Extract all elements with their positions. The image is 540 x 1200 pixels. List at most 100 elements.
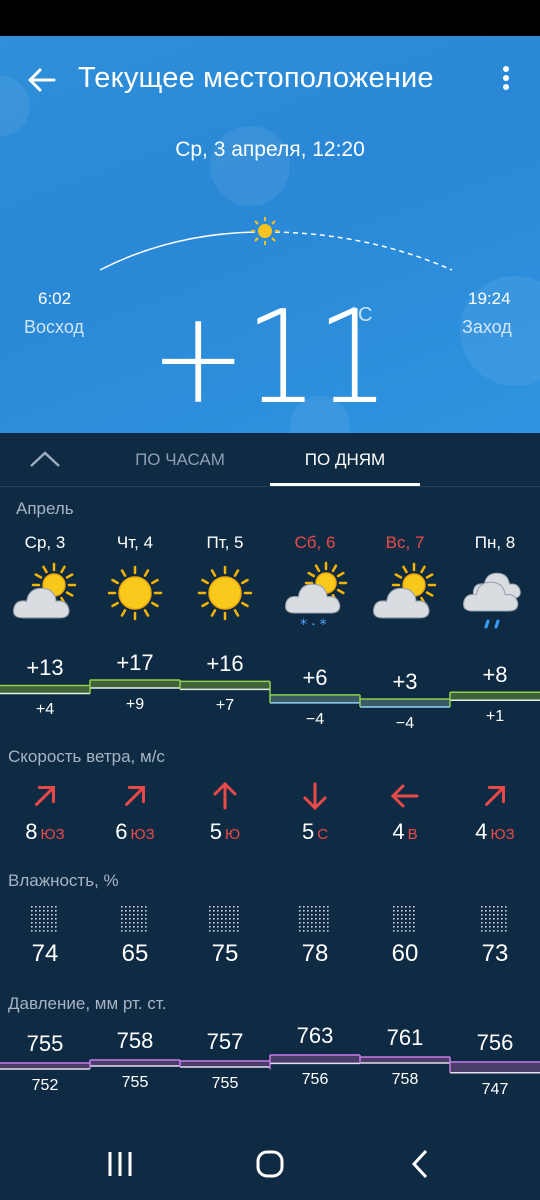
back-arrow-button[interactable] [26,64,58,96]
wind-speed-number: 4 [392,819,405,844]
chevron-up-icon [30,451,60,467]
sunrise-label: Восход [24,317,84,337]
wind-section-label: Скорость ветра, м/с [8,747,165,766]
sun-path-arc [99,217,453,271]
humidity-value: 60 [391,940,419,967]
more-dot-icon [503,84,509,90]
pressure-section-label: Давление, мм рт. ст. [8,994,167,1013]
pressure-low-value: 755 [211,1075,239,1092]
collapse-button[interactable] [28,447,62,471]
humidity-value: 73 [481,940,509,967]
partly-cloudy-rain-snow-icon: * ⸱ * [270,561,360,633]
humidity-dots-icon [90,904,180,934]
wind-direction: Ю [225,826,241,843]
temperature-unit: °C [350,304,373,326]
pressure-high-value: 756 [476,1030,514,1055]
wind-speed-value: 6 ЮЗ [90,819,180,845]
wind-speed-value: 5Ю [180,819,270,845]
wind-speed-number: 5 [301,819,315,844]
wind-direction: С [317,826,329,843]
arrow-northeast-icon [450,781,540,811]
arrow-up-icon [180,781,270,811]
more-options-button[interactable] [496,64,516,94]
pressure-low-value: 747 [481,1080,509,1098]
active-tab-indicator [270,483,420,486]
pressure-bar [180,1061,270,1067]
partly-cloudy-icon [360,561,450,631]
day-name: Вс, 7 [385,533,425,552]
home-icon [256,1150,284,1178]
temp-bar [90,680,180,689]
temp-low-value: +9 [125,696,145,714]
wind-direction: ЮЗ [490,826,515,843]
humidity-dots-icon [450,904,540,934]
pressure-bar [270,1055,360,1064]
location-title: Текущее местоположение [78,62,434,94]
pressure-low-value: 752 [31,1077,59,1094]
sunrise-time: 6:02 [38,289,72,308]
current-datetime: Ср, 3 апреля, 12:20 [175,138,365,161]
temp-high-value: +16 [206,651,244,677]
temp-low-value: −4 [395,714,415,732]
temp-bar [270,694,360,703]
arrow-northeast-icon [90,781,180,811]
day-name: Сб, 6 [294,533,336,552]
day-name: Чт, 4 [116,533,154,552]
sunny-icon [180,561,270,631]
tab-daily[interactable]: ПО ДНЯМ [270,450,420,470]
temp-low-value: −4 [305,710,325,728]
pressure-high-value: 763 [296,1023,334,1048]
back-button[interactable] [400,1147,440,1181]
day-name: Пт, 5 [206,533,244,552]
pressure-bar [360,1057,450,1063]
wind-speed-number: 6 [115,819,128,844]
humidity-value: 65 [121,940,149,967]
humidity-dots-icon [0,904,90,934]
wind-speed-value: 8 ЮЗ [0,819,90,845]
cloudy-rain-icon [450,561,540,631]
humidity-dots-icon [360,904,450,934]
sunset-label: Заход [462,317,512,337]
pressure-bar [450,1062,540,1073]
temp-high-value: +13 [26,655,64,681]
pressure-low-value: 758 [391,1071,419,1088]
sunset-time: 19:24 [468,289,511,308]
arrow-down-icon [270,781,360,811]
temp-high-value: +6 [302,664,328,690]
pressure-bar [90,1060,180,1066]
back-arrow-icon [28,68,56,92]
home-button[interactable] [250,1147,290,1181]
wind-direction: В [407,826,418,843]
wind-direction: ЮЗ [40,826,65,843]
forecast-tabs: ПО ЧАСАМ ПО ДНЯМ [0,433,540,487]
temp-low-value: +4 [35,701,55,719]
pressure-high-value: 758 [116,1028,154,1053]
status-bar [0,0,540,36]
temp-high-value: +8 [482,662,508,688]
temp-bar [180,681,270,690]
temp-high-value: +3 [392,668,418,694]
recent-apps-icon [108,1152,132,1176]
pressure-high-value: 757 [206,1029,244,1054]
svg-text:* ⸱ *: * ⸱ * [300,617,327,631]
pressure-bar [0,1063,90,1069]
system-navigation-bar [0,1127,540,1200]
temp-high-value: +17 [116,650,154,676]
temp-bar [0,685,90,694]
more-dot-icon [503,66,509,72]
temp-bar [360,698,450,707]
sun-position-icon [251,217,279,245]
tab-hourly[interactable]: ПО ЧАСАМ [120,450,240,470]
month-label: Апрель [16,499,74,518]
pressure-low-value: 755 [121,1074,149,1091]
sunny-icon [90,561,180,631]
partly-cloudy-icon [0,561,90,631]
back-icon [411,1149,428,1179]
recent-apps-button[interactable] [100,1147,140,1181]
wind-speed-value: 4 ЮЗ [450,819,540,845]
pressure-high-value: 761 [386,1025,424,1050]
current-weather-hero: Текущее местоположение Ср, 3 апреля, 12:… [0,36,540,433]
temp-low-value: +1 [485,708,505,726]
pressure-low-value: 756 [301,1071,329,1089]
temp-low-value: +7 [215,697,235,715]
